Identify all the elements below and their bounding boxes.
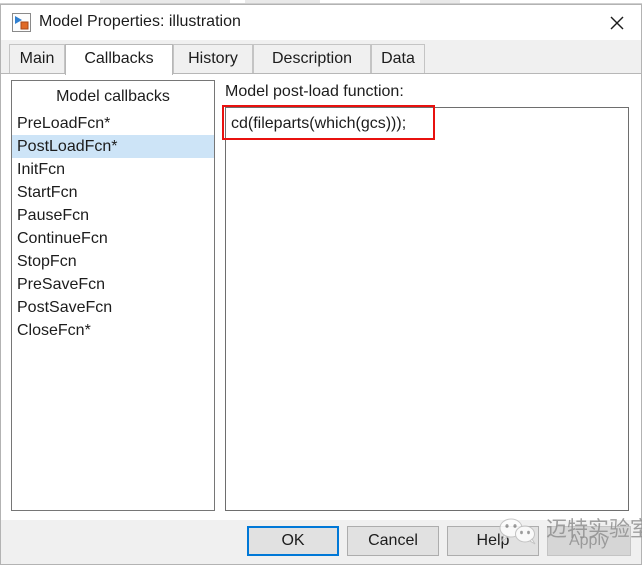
- tab-callbacks-label: Callbacks: [84, 50, 154, 67]
- list-header: Model callbacks: [56, 88, 170, 105]
- tab-description[interactable]: Description: [253, 44, 371, 74]
- tab-history-label: History: [188, 50, 238, 67]
- dialog-button-bar: OK Cancel Help Apply: [1, 520, 641, 564]
- tab-description-label: Description: [271, 50, 353, 67]
- callbacks-tab-panel: Model callbacks PreLoadFcn* PostLoadFcn* I…: [1, 73, 641, 521]
- model-callbacks-list[interactable]: Model callbacks PreLoadFcn* PostLoadFcn* I…: [11, 80, 215, 511]
- apply-button-label: Apply: [568, 532, 610, 549]
- tab-strip: Main Callbacks History Description Data: [1, 40, 641, 75]
- list-item[interactable]: PostLoadFcn*: [12, 135, 214, 158]
- list-item[interactable]: PostSaveFcn: [12, 296, 214, 319]
- help-button[interactable]: Help: [447, 526, 539, 556]
- list-items-container: PreLoadFcn* PostLoadFcn* InitFcn StartFcn Pa…: [12, 112, 214, 342]
- close-button[interactable]: [593, 5, 641, 40]
- cancel-button-label: Cancel: [368, 532, 418, 549]
- list-item[interactable]: PreSaveFcn: [12, 273, 214, 296]
- close-icon: [610, 16, 624, 30]
- tab-main-label: Main: [19, 50, 55, 67]
- simulink-model-icon: [12, 13, 31, 32]
- cancel-button[interactable]: Cancel: [347, 526, 439, 556]
- tab-data[interactable]: Data: [371, 44, 425, 74]
- apply-button: Apply: [547, 526, 631, 556]
- list-item[interactable]: InitFcn: [12, 158, 214, 181]
- editor-field-label: Model post-load function:: [225, 83, 404, 100]
- list-item[interactable]: PreLoadFcn*: [12, 112, 214, 135]
- list-item[interactable]: PauseFcn: [12, 204, 214, 227]
- tab-callbacks[interactable]: Callbacks: [65, 44, 173, 75]
- tab-data-label: Data: [381, 50, 415, 67]
- list-item[interactable]: StartFcn: [12, 181, 214, 204]
- callback-code-text: cd(fileparts(which(gcs)));: [231, 115, 407, 132]
- ok-button[interactable]: OK: [247, 526, 339, 556]
- list-item[interactable]: StopFcn: [12, 250, 214, 273]
- title-bar: Model Properties: illustration: [1, 5, 641, 40]
- callback-code-editor[interactable]: cd(fileparts(which(gcs)));: [225, 107, 629, 511]
- tab-main[interactable]: Main: [9, 44, 65, 74]
- help-button-label: Help: [476, 532, 510, 549]
- list-item[interactable]: CloseFcn*: [12, 319, 214, 342]
- window-title: Model Properties: illustration: [39, 13, 241, 30]
- tab-history[interactable]: History: [173, 44, 253, 74]
- ok-button-label: OK: [281, 532, 305, 549]
- list-item[interactable]: ContinueFcn: [12, 227, 214, 250]
- model-properties-dialog: Model Properties: illustration Main Call…: [0, 4, 642, 565]
